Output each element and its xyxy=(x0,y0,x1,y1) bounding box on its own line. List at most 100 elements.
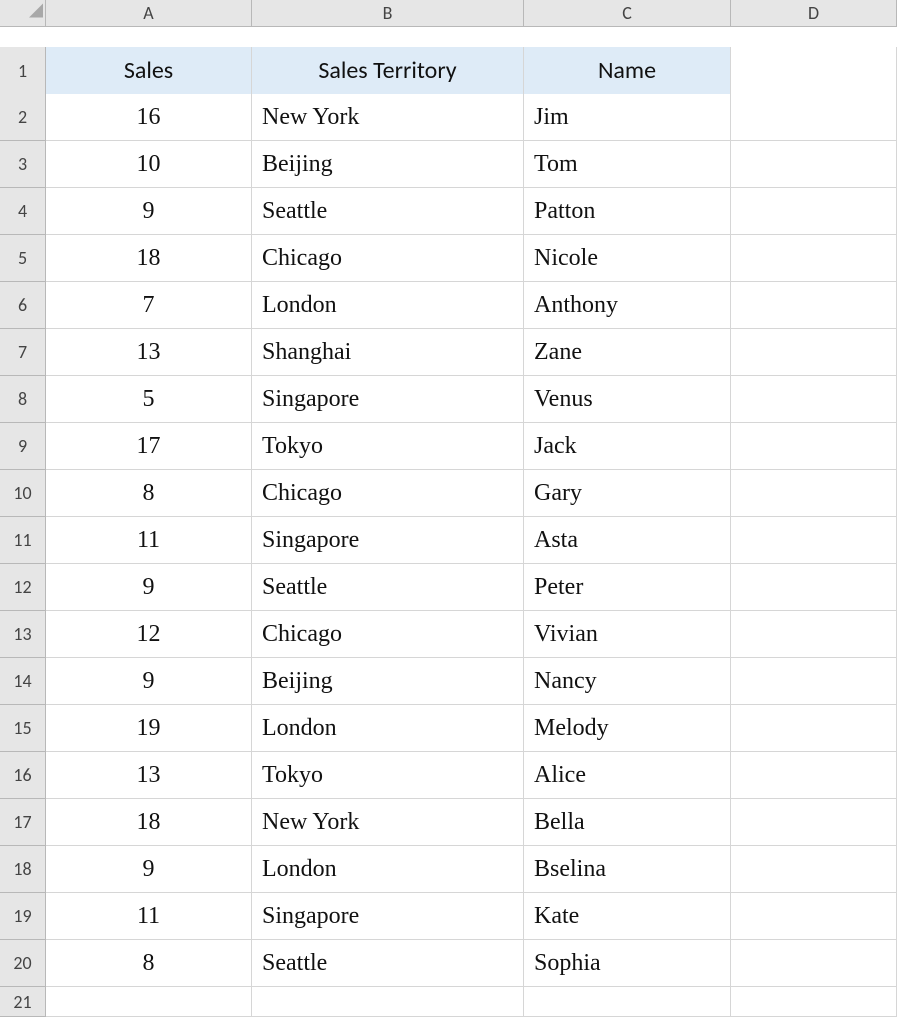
cell-b16[interactable]: Tokyo xyxy=(252,752,524,799)
row-header[interactable]: 8 xyxy=(0,376,46,423)
cell-b3[interactable]: Beijing xyxy=(252,141,524,188)
cell-b18[interactable]: London xyxy=(252,846,524,893)
column-header-b[interactable]: B xyxy=(252,0,524,27)
cell-c4[interactable]: Patton xyxy=(524,188,731,235)
cell-c10[interactable]: Gary xyxy=(524,470,731,517)
row-header[interactable]: 21 xyxy=(0,987,46,1017)
row-header[interactable]: 6 xyxy=(0,282,46,329)
cell-c19[interactable]: Kate xyxy=(524,893,731,940)
cell-c18[interactable]: Bselina xyxy=(524,846,731,893)
cell-a5[interactable]: 18 xyxy=(46,235,252,282)
cell-b10[interactable]: Chicago xyxy=(252,470,524,517)
cell-c13[interactable]: Vivian xyxy=(524,611,731,658)
cell-c9[interactable]: Jack xyxy=(524,423,731,470)
cell-c16[interactable]: Alice xyxy=(524,752,731,799)
cell-a17[interactable]: 18 xyxy=(46,799,252,846)
select-all-corner[interactable] xyxy=(0,0,46,27)
cell-a4[interactable]: 9 xyxy=(46,188,252,235)
cell-a20[interactable]: 8 xyxy=(46,940,252,987)
cell-d1[interactable] xyxy=(731,47,897,95)
cell-d14[interactable] xyxy=(731,658,897,705)
cell-a3[interactable]: 10 xyxy=(46,141,252,188)
cell-c8[interactable]: Venus xyxy=(524,376,731,423)
cell-c5[interactable]: Nicole xyxy=(524,235,731,282)
cell-b21[interactable] xyxy=(252,987,524,1017)
cell-d17[interactable] xyxy=(731,799,897,846)
row-header[interactable]: 2 xyxy=(0,94,46,141)
cell-d18[interactable] xyxy=(731,846,897,893)
cell-d12[interactable] xyxy=(731,564,897,611)
row-header[interactable]: 17 xyxy=(0,799,46,846)
cell-d10[interactable] xyxy=(731,470,897,517)
cell-b9[interactable]: Tokyo xyxy=(252,423,524,470)
cell-a1[interactable]: Sales xyxy=(46,47,252,95)
cell-b14[interactable]: Beijing xyxy=(252,658,524,705)
cell-d13[interactable] xyxy=(731,611,897,658)
cell-c3[interactable]: Tom xyxy=(524,141,731,188)
cell-a13[interactable]: 12 xyxy=(46,611,252,658)
cell-b6[interactable]: London xyxy=(252,282,524,329)
column-header-a[interactable]: A xyxy=(46,0,252,27)
row-header[interactable]: 13 xyxy=(0,611,46,658)
cell-d3[interactable] xyxy=(731,141,897,188)
row-header[interactable]: 9 xyxy=(0,423,46,470)
cell-c2[interactable]: Jim xyxy=(524,94,731,141)
cell-c21[interactable] xyxy=(524,987,731,1017)
cell-a14[interactable]: 9 xyxy=(46,658,252,705)
cell-a21[interactable] xyxy=(46,987,252,1017)
cell-d4[interactable] xyxy=(731,188,897,235)
row-header[interactable]: 12 xyxy=(0,564,46,611)
cell-b12[interactable]: Seattle xyxy=(252,564,524,611)
cell-d2[interactable] xyxy=(731,94,897,141)
cell-a16[interactable]: 13 xyxy=(46,752,252,799)
column-header-d[interactable]: D xyxy=(731,0,897,27)
cell-d20[interactable] xyxy=(731,940,897,987)
row-header[interactable]: 11 xyxy=(0,517,46,564)
row-header[interactable]: 20 xyxy=(0,940,46,987)
cell-b2[interactable]: New York xyxy=(252,94,524,141)
cell-c1[interactable]: Name xyxy=(524,47,731,95)
cell-b4[interactable]: Seattle xyxy=(252,188,524,235)
row-header[interactable]: 16 xyxy=(0,752,46,799)
row-header[interactable]: 5 xyxy=(0,235,46,282)
cell-d21[interactable] xyxy=(731,987,897,1017)
cell-c17[interactable]: Bella xyxy=(524,799,731,846)
cell-a2[interactable]: 16 xyxy=(46,94,252,141)
cell-a6[interactable]: 7 xyxy=(46,282,252,329)
cell-a19[interactable]: 11 xyxy=(46,893,252,940)
cell-d9[interactable] xyxy=(731,423,897,470)
cell-b8[interactable]: Singapore xyxy=(252,376,524,423)
column-header-c[interactable]: C xyxy=(524,0,731,27)
row-header[interactable]: 3 xyxy=(0,141,46,188)
cell-d16[interactable] xyxy=(731,752,897,799)
cell-c7[interactable]: Zane xyxy=(524,329,731,376)
cell-b15[interactable]: London xyxy=(252,705,524,752)
cell-d19[interactable] xyxy=(731,893,897,940)
row-header[interactable]: 1 xyxy=(0,47,46,95)
row-header[interactable]: 10 xyxy=(0,470,46,517)
cell-c11[interactable]: Asta xyxy=(524,517,731,564)
cell-b1[interactable]: Sales Territory xyxy=(252,47,524,95)
cell-c15[interactable]: Melody xyxy=(524,705,731,752)
cell-b13[interactable]: Chicago xyxy=(252,611,524,658)
cell-d8[interactable] xyxy=(731,376,897,423)
row-header[interactable]: 15 xyxy=(0,705,46,752)
cell-a15[interactable]: 19 xyxy=(46,705,252,752)
cell-d15[interactable] xyxy=(731,705,897,752)
row-header[interactable]: 19 xyxy=(0,893,46,940)
cell-d7[interactable] xyxy=(731,329,897,376)
cell-a9[interactable]: 17 xyxy=(46,423,252,470)
cell-c12[interactable]: Peter xyxy=(524,564,731,611)
cell-b17[interactable]: New York xyxy=(252,799,524,846)
row-header[interactable]: 14 xyxy=(0,658,46,705)
cell-b11[interactable]: Singapore xyxy=(252,517,524,564)
cell-a18[interactable]: 9 xyxy=(46,846,252,893)
cell-a10[interactable]: 8 xyxy=(46,470,252,517)
spreadsheet-grid[interactable]: A B C D 1 Sales Sales Territory Name 2 1… xyxy=(0,0,897,1034)
cell-d6[interactable] xyxy=(731,282,897,329)
cell-d11[interactable] xyxy=(731,517,897,564)
cell-c6[interactable]: Anthony xyxy=(524,282,731,329)
cell-c14[interactable]: Nancy xyxy=(524,658,731,705)
cell-b7[interactable]: Shanghai xyxy=(252,329,524,376)
cell-a8[interactable]: 5 xyxy=(46,376,252,423)
